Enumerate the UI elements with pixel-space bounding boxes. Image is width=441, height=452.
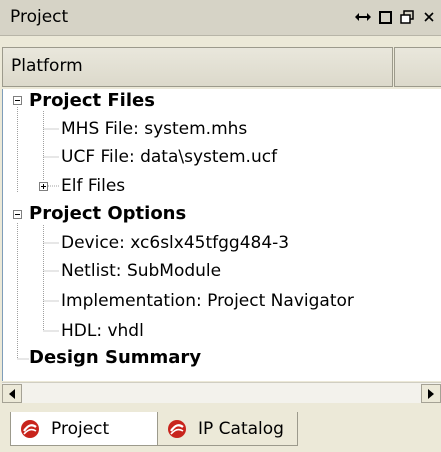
maximize-icon[interactable] [377,8,393,26]
scroll-left-arrow-icon[interactable] [2,384,22,403]
panel-titlebar: Project [0,0,441,36]
tree-node-mhs-file[interactable]: MHS File: system.mhs [61,118,247,140]
project-icon [21,419,39,438]
platform-label: Platform [11,56,83,76]
tree-node-project-files[interactable]: Project Files [29,90,155,112]
platform-header: Platform [0,47,441,89]
tree-node-hdl[interactable]: HDL: vhdl [61,320,144,342]
close-icon[interactable] [421,8,437,26]
panel-title: Project [10,7,69,27]
tree-node-elf-files[interactable]: Elf Files [61,175,125,197]
tree-node-implementation[interactable]: Implementation: Project Navigator [61,290,354,312]
tab-project-label: Project [51,418,110,439]
restore-icon[interactable] [399,8,415,26]
horizontal-scrollbar[interactable] [2,382,441,403]
panel-tabs: Project IP Catalog [0,412,441,452]
collapse-project-options-icon[interactable] [13,210,22,219]
scroll-right-arrow-icon[interactable] [421,384,441,403]
platform-header-end[interactable] [394,47,441,87]
tab-ip-catalog[interactable]: IP Catalog [158,412,298,446]
tab-ip-catalog-label: IP Catalog [198,418,284,439]
tree-node-design-summary[interactable]: Design Summary [29,347,201,369]
title-buttons [355,6,441,28]
tree-node-ucf-file[interactable]: UCF File: data\system.ucf [61,146,277,168]
collapse-project-files-icon[interactable] [13,96,22,105]
expand-elf-files-icon[interactable] [39,182,48,191]
move-arrows-icon[interactable] [355,8,371,26]
project-tree: Project Files MHS File: system.mhs UCF F… [2,89,441,381]
tree-node-device[interactable]: Device: xc6slx45tfgg484-3 [61,232,289,254]
ip-catalog-icon [168,419,186,438]
tree-node-netlist[interactable]: Netlist: SubModule [61,260,221,282]
tree-node-project-options[interactable]: Project Options [29,203,186,225]
platform-button[interactable]: Platform [2,47,393,87]
tab-project[interactable]: Project [10,412,158,446]
